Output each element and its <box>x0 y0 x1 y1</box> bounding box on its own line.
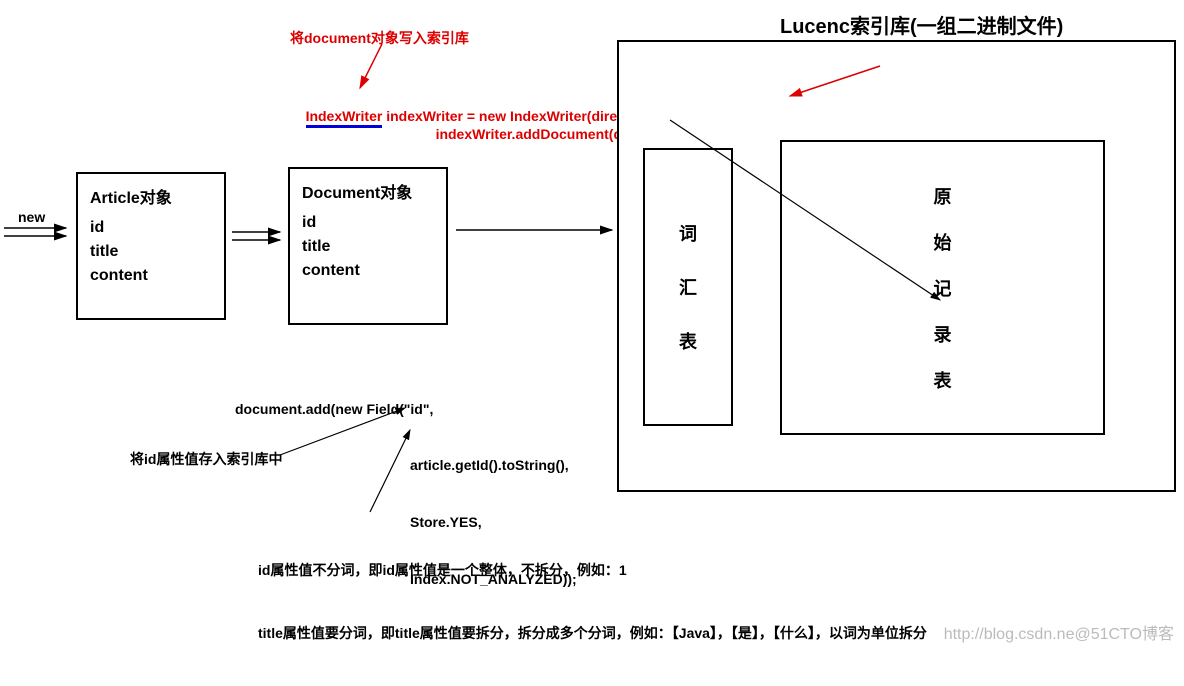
document-id: id <box>302 211 434 235</box>
raw-c2: 始 <box>934 229 952 255</box>
vocab-table-box: 词 汇 表 <box>643 148 733 426</box>
store-note: 将id属性值存入索引库中 <box>130 449 282 469</box>
code-indexwriter-keyword: IndexWriter <box>306 108 383 128</box>
raw-c4: 录 <box>934 321 952 347</box>
vocab-c2: 汇 <box>679 274 697 300</box>
bottom-note-l1: id属性值不分词，即id属性值是一个整体，不拆分，例如：1 <box>258 560 927 581</box>
article-content: content <box>90 264 212 288</box>
new-label: new <box>18 209 45 225</box>
article-id: id <box>90 216 212 240</box>
raw-c3: 记 <box>934 275 952 301</box>
comment-write-index: 将document对象写入索引库 <box>290 28 469 48</box>
article-title-field: title <box>90 240 212 264</box>
document-title: Document对象 <box>302 179 434 203</box>
doc-add-l1: document.add(new Field("id", <box>235 400 577 419</box>
bottom-note-l2: title属性值要分词，即title属性值要拆分，拆分成多个分词，例如：【Jav… <box>258 623 927 644</box>
lucene-title: Lucenc索引库(一组二进制文件) <box>780 10 1063 39</box>
document-box: Document对象 id title content <box>288 167 448 325</box>
article-title: Article对象 <box>90 184 212 208</box>
raw-c1: 原 <box>934 183 952 209</box>
vocab-c3: 表 <box>679 328 697 354</box>
diagram-canvas: 将document对象写入索引库 Lucenc索引库(一组二进制文件) 最多分几… <box>0 0 1184 654</box>
watermark: http://blog.csdn.ne@51CTO博客 <box>944 620 1174 644</box>
raw-c5: 表 <box>934 367 952 393</box>
raw-record-box: 原 始 记 录 表 <box>780 140 1105 435</box>
vocab-c1: 词 <box>679 220 697 246</box>
article-box: Article对象 id title content <box>76 172 226 320</box>
document-content: content <box>302 259 434 283</box>
doc-add-l2: article.getId().toString(), <box>235 456 577 475</box>
document-title-field: title <box>302 235 434 259</box>
